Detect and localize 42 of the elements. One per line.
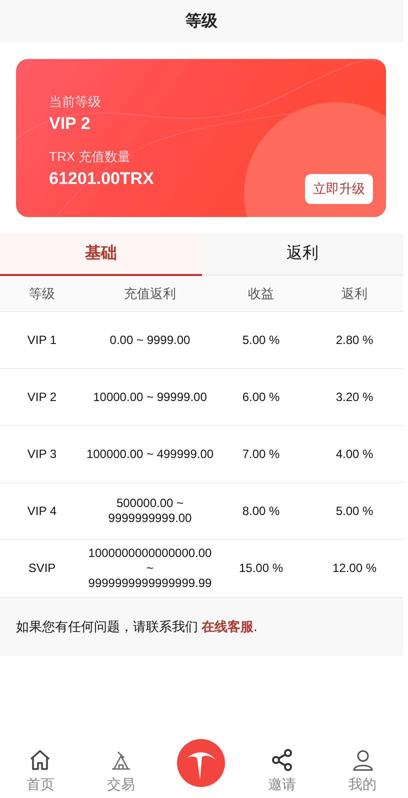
table-cell-text: 8.00 % — [241, 504, 281, 518]
level-value: VIP 2 — [49, 114, 90, 134]
table-cell-text: VIP 1 — [26, 332, 58, 348]
table-cell-text: 500000.00 ~ 9999999999.00 — [107, 496, 193, 526]
page-title: 等级 — [186, 12, 218, 32]
share-icon — [270, 748, 294, 772]
level-label: 当前等级 — [49, 93, 101, 111]
table-cell-text: 12.00 % — [331, 561, 378, 576]
upgrade-button[interactable]: 立即升级 — [305, 174, 373, 204]
table-cell-text: 1000000000000000.00 ~ 9999999999999999.99 — [87, 546, 213, 591]
nav-item[interactable]: 我的 — [348, 748, 377, 798]
table-cell-text: 15.00 % — [238, 561, 284, 576]
nav-item[interactable]: 交易 — [106, 748, 135, 798]
table-cell-text: 5.00 % — [334, 504, 374, 518]
column-header: 收益 — [247, 284, 275, 302]
column-header: 等级 — [28, 284, 56, 302]
table-cell-text: 0.00 ~ 9999.00 — [108, 332, 192, 348]
table-cell-text: 4.00 % — [334, 446, 374, 462]
table-cell-text: 3.20 % — [334, 390, 374, 404]
support-link[interactable]: 在线客服 — [202, 619, 254, 634]
table-cell-text: 7.00 % — [241, 446, 281, 462]
table-cell-text: 2.80 % — [334, 332, 374, 348]
table-cell-text: VIP 3 — [26, 446, 58, 462]
table-cell-text: 10000.00 ~ 99999.00 — [92, 390, 208, 404]
table-cell-text: SVIP — [27, 561, 57, 576]
table-cell-text: 5.00 % — [241, 332, 281, 348]
help-text: 如果您有任何问题，请联系我们 在线客服. — [16, 619, 258, 634]
table-cell-text: VIP 2 — [26, 390, 58, 404]
home-icon — [28, 748, 52, 772]
table-cell-text: 6.00 % — [241, 390, 281, 404]
logo-icon[interactable] — [176, 738, 226, 788]
table-cell-text: 100000.00 ~ 499999.00 — [85, 446, 215, 462]
column-header: 返利 — [340, 284, 368, 302]
tab[interactable]: 基础 — [0, 233, 202, 276]
table-cell-text: VIP 4 — [26, 504, 58, 518]
column-header: 充值返利 — [123, 284, 177, 302]
amount-label: TRX 充值数量 — [49, 148, 131, 166]
amount-value: 61201.00TRX — [49, 169, 154, 189]
tab[interactable]: 返利 — [202, 233, 403, 276]
nav-item[interactable]: 首页 — [26, 748, 54, 798]
user-icon — [350, 748, 375, 772]
nav-item[interactable]: 邀请 — [268, 748, 296, 798]
